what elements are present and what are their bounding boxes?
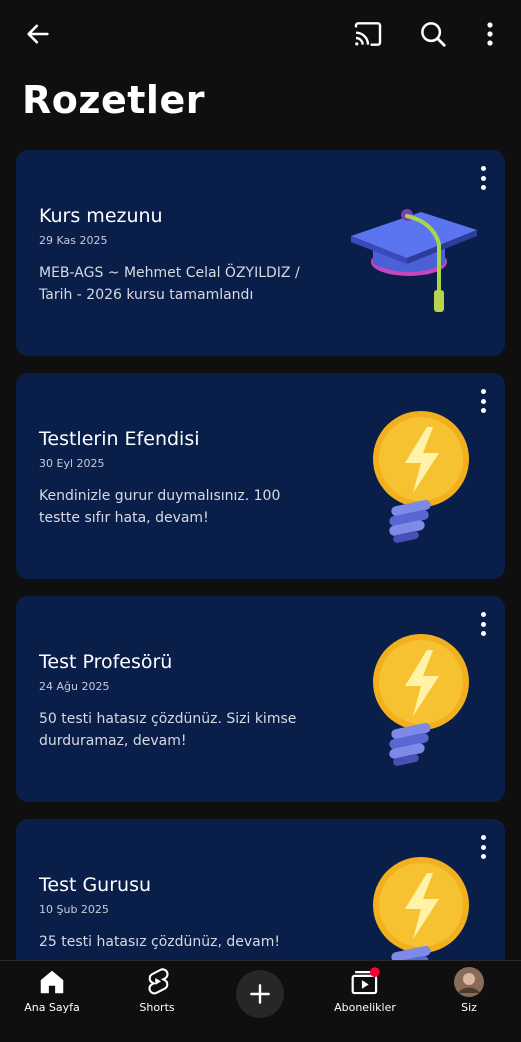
- badge-description: 50 testi hatasız çözdünüz. Sizi kimse du…: [39, 711, 297, 749]
- nav-home-label: Ana Sayfa: [24, 1001, 80, 1014]
- nav-subscriptions[interactable]: Abonelikler: [320, 965, 410, 1021]
- badge-card[interactable]: Testlerin Efendisi 30 Eyl 2025 Kendinizl…: [16, 373, 505, 579]
- more-options-button[interactable]: [470, 14, 510, 54]
- create-button[interactable]: [236, 970, 284, 1018]
- arrow-left-icon: [27, 24, 49, 44]
- badge-date: 24 Ağu 2025: [39, 680, 110, 693]
- cast-button[interactable]: [348, 14, 388, 54]
- home-icon: [40, 970, 64, 994]
- badge-title: Kurs mezunu: [39, 205, 163, 227]
- lightbulb-bolt-icon: [373, 411, 469, 543]
- badge-description: MEB-AGS ~ Mehmet Celal ÖZYILDIZ / Tarih …: [39, 265, 300, 303]
- nav-home[interactable]: Ana Sayfa: [7, 965, 97, 1021]
- lightbulb-bolt-icon: [373, 634, 469, 766]
- back-button[interactable]: [18, 14, 58, 54]
- plus-icon: [250, 984, 270, 1004]
- page-title: Rozetler: [22, 78, 205, 122]
- more-vertical-icon: [487, 22, 493, 46]
- badge-title: Test Gurusu: [39, 874, 152, 896]
- graduation-cap-icon: [351, 209, 477, 312]
- cast-icon: [354, 22, 382, 46]
- badge-description: 25 testi hatasız çözdünüz, devam!: [39, 934, 280, 950]
- badge-date: 10 Şub 2025: [39, 903, 109, 916]
- avatar: [454, 967, 484, 997]
- shorts-icon: [148, 968, 169, 995]
- badge-description: Kendinizle gurur duymalısınız. 100 testt…: [39, 488, 281, 526]
- search-button[interactable]: [413, 14, 453, 54]
- search-icon: [421, 22, 446, 47]
- badge-date: 30 Eyl 2025: [39, 457, 105, 470]
- badge-list: Kurs mezunu 29 Kas 2025 MEB-AGS ~ Mehmet…: [16, 150, 505, 1042]
- nav-you-label: Siz: [461, 1001, 477, 1014]
- badge-date: 29 Kas 2025: [39, 234, 108, 247]
- subscriptions-icon: [351, 967, 380, 995]
- badge-title: Testlerin Efendisi: [39, 428, 200, 450]
- nav-shorts[interactable]: Shorts: [112, 965, 202, 1021]
- badge-card[interactable]: Test Profesörü 24 Ağu 2025 50 testi hata…: [16, 596, 505, 802]
- nav-shorts-label: Shorts: [139, 1001, 175, 1014]
- nav-subscriptions-label: Abonelikler: [334, 1001, 396, 1014]
- top-app-bar: [0, 0, 521, 66]
- nav-you[interactable]: Siz: [424, 965, 514, 1021]
- badge-title: Test Profesörü: [39, 651, 173, 673]
- badge-card[interactable]: Kurs mezunu 29 Kas 2025 MEB-AGS ~ Mehmet…: [16, 150, 505, 356]
